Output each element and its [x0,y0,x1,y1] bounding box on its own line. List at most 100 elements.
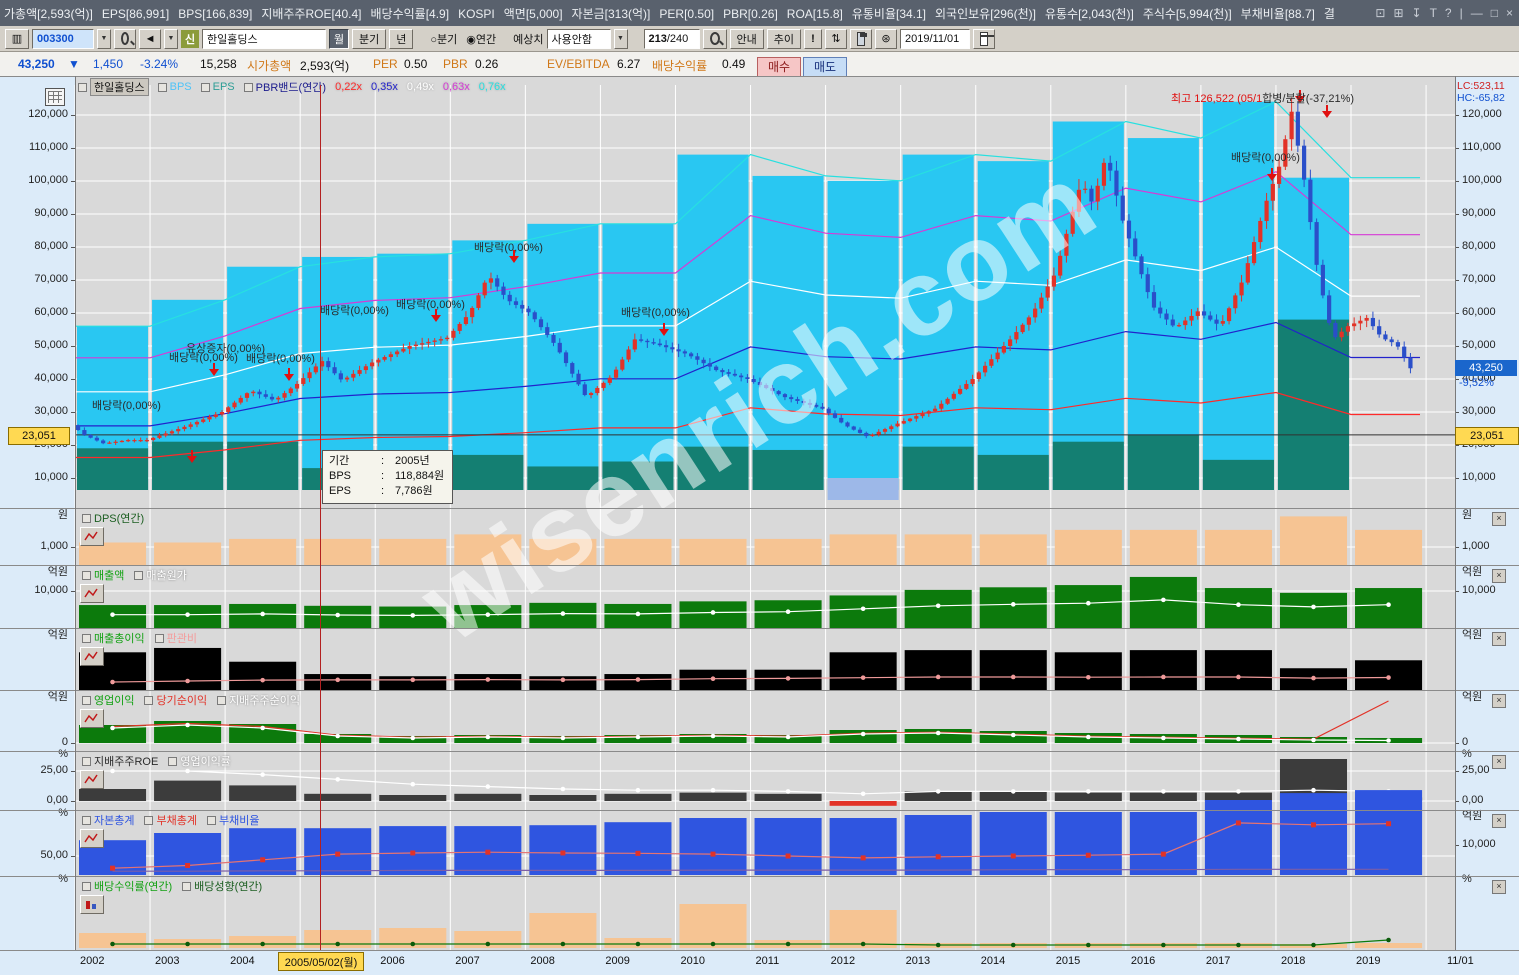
legend-checkbox[interactable] [82,514,91,523]
legend-checkbox[interactable] [144,696,153,705]
period-month-button[interactable]: 월 [329,29,349,49]
panel-legend: 매출총이익판관비 [82,630,197,646]
swap-icon[interactable]: ⇅ [825,29,847,49]
x-axis-label: 2009 [605,955,629,967]
save-icon[interactable] [850,29,872,49]
search-icon[interactable] [114,29,136,49]
per-value: 0.50 [404,57,427,71]
legend-checkbox[interactable] [82,816,91,825]
selected-date-label: 2005/05/02(월) [278,952,364,971]
legend-checkbox[interactable] [155,634,164,643]
crosshair-vertical [320,85,321,950]
axis-tick-label: 90,000 [1462,207,1496,219]
guide-button[interactable]: 안내 [730,29,764,49]
chart-type-icon[interactable] [80,584,104,603]
calendar-icon[interactable] [973,29,995,49]
radio-annual[interactable]: ◉연간 [466,31,496,47]
legend-checkbox[interactable] [134,571,143,580]
sell-button[interactable]: 매도 [803,57,847,78]
quote-bar: 43,250 ▼ 1,450 -3.24% 15,258 시가총액 2,593(… [0,52,1519,77]
pin-icon[interactable]: ↧ [1412,6,1422,20]
legend-checkbox[interactable] [82,757,91,766]
legend-checkbox[interactable] [158,83,167,92]
price-change: 1,450 [93,57,123,71]
chart-type-icon[interactable] [80,709,104,728]
chart-type-icon[interactable] [80,647,104,666]
axis-tick-label: 0,00 [1462,794,1483,806]
panel-close-icon[interactable]: × [1492,814,1506,828]
close-icon[interactable]: × [1506,6,1513,20]
event-annotation: 배당락(0,00%) [1231,149,1300,165]
legend-label: 자본총계 [94,812,134,828]
trend-button[interactable]: 추이 [767,29,801,49]
legend-checkbox[interactable] [82,571,91,580]
speaker-dropdown-icon[interactable]: ▼ [164,29,178,49]
title-metric: BPS[166,839] [178,7,252,21]
x-axis-label: 2012 [831,955,855,967]
stock-name-input[interactable]: 한일홀딩스 [202,29,326,49]
chart-type-icon[interactable] [80,770,104,789]
minimize-icon[interactable]: — [1471,6,1483,20]
axis-tick-label: 50,000 [1462,339,1496,351]
axis-tick-label: 50,00 [2,849,68,861]
chart-type-icon[interactable] [80,829,104,848]
gear-icon[interactable]: ⊛ [875,29,897,49]
estimate-select[interactable]: 사용안함 [547,29,611,49]
tooltip-row: BPS:118,884원 [329,469,444,484]
legend-checkbox[interactable] [217,696,226,705]
chart-type-icon[interactable] [80,527,104,546]
legend-checkbox[interactable] [82,696,91,705]
title-metric: PER[0.50] [659,7,714,21]
axis-tick-label: 60,000 [2,306,68,318]
axis-tick-label: 120,000 [1462,108,1502,120]
x-axis-label: 2015 [1056,955,1080,967]
link-window-icon[interactable]: ⊞ [1393,6,1403,20]
crosshair-price-right: 23,051 [1455,427,1519,445]
chart-type-icon[interactable] [80,895,104,914]
buy-button[interactable]: 매수 [757,57,801,78]
panel-close-icon[interactable]: × [1492,755,1506,769]
x-axis-label: 2014 [981,955,1005,967]
legend-checkbox[interactable] [82,634,91,643]
legend-checkbox[interactable] [201,83,210,92]
legend-checkbox[interactable] [244,83,253,92]
stock-code-input[interactable]: 003300 [32,29,94,49]
legend-checkbox[interactable] [82,882,91,891]
per-label: PER [373,57,398,71]
panel-close-icon[interactable]: × [1492,512,1506,526]
panel-close-icon[interactable]: × [1492,880,1506,894]
popout-icon[interactable]: ⊡ [1375,6,1385,20]
period-year-button[interactable]: 년 [389,29,413,49]
radio-quarter[interactable]: ○분기 [430,31,457,47]
grid-settings-icon[interactable] [45,88,65,106]
legend-checkbox[interactable] [78,83,87,92]
legend-checkbox[interactable] [207,816,216,825]
date-input[interactable]: 2019/11/01 [900,29,970,49]
x-axis: 2002200320042005/05/02(월)200620072008200… [0,950,1519,975]
title-metric: 결 [1324,7,1335,21]
font-icon[interactable]: T [1430,6,1437,20]
help-icon[interactable]: ? [1445,6,1452,20]
period-quarter-button[interactable]: 분기 [352,29,386,49]
panel-close-icon[interactable]: × [1492,694,1506,708]
legend-checkbox[interactable] [144,816,153,825]
estimate-dropdown-icon[interactable]: ▼ [614,29,628,49]
high-note-black: 합병/분할(-37,21%) [1262,93,1354,105]
panel-separator [0,950,1519,951]
speaker-icon[interactable]: ◄ [139,29,161,49]
maximize-icon[interactable]: □ [1491,6,1498,20]
code-dropdown-icon[interactable]: ▼ [97,29,111,49]
legend-label: 영업이익률 [180,753,231,769]
axis-tick-label: 50,000 [2,339,68,351]
new-badge: 신 [181,30,199,48]
panel-close-icon[interactable]: × [1492,632,1506,646]
panel-close-icon[interactable]: × [1492,569,1506,583]
legend-checkbox[interactable] [168,757,177,766]
legend-label: 매출액 [94,567,124,583]
axis-tick-label: 100,000 [2,174,68,186]
x-axis-label: 2019 [1356,955,1380,967]
zoom-doc-icon[interactable] [703,29,727,49]
alert-button[interactable]: ! [804,29,822,49]
chart-window-icon[interactable]: ▥ [5,29,29,49]
legend-checkbox[interactable] [182,882,191,891]
